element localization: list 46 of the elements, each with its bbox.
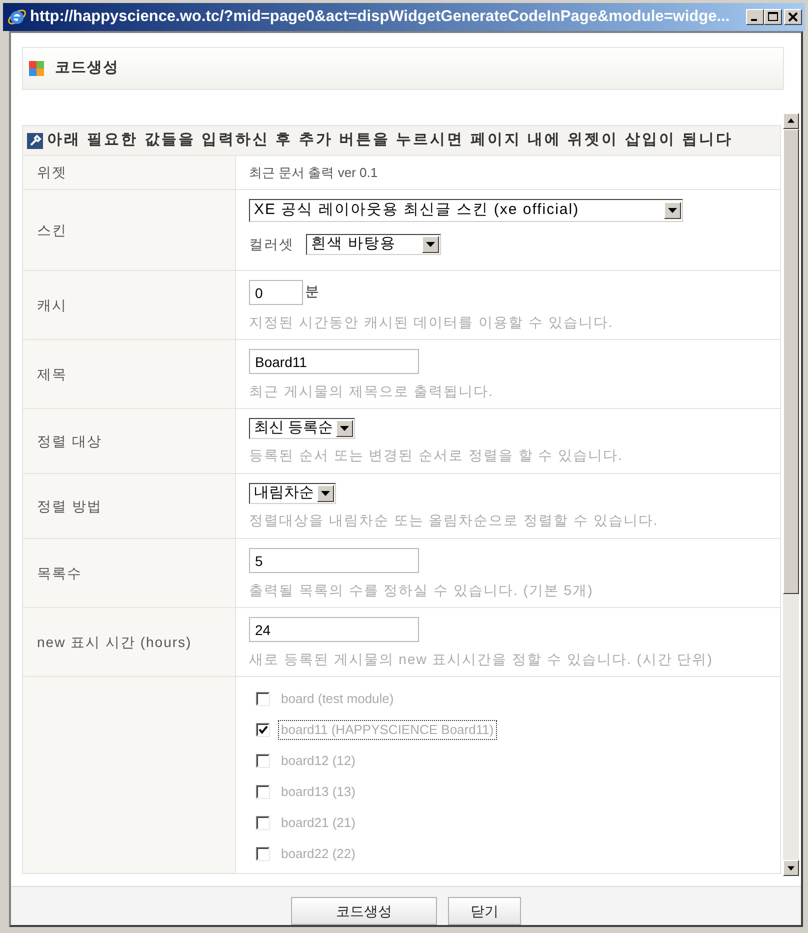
checkbox[interactable] <box>256 722 270 736</box>
unit-label: 분 <box>305 283 319 299</box>
dropdown-select[interactable]: 흰색 바탕용 <box>306 234 441 255</box>
field-label: 캐시 <box>37 296 67 314</box>
field-hint: 최근 게시물의 제목으로 출력됩니다. <box>249 383 494 399</box>
text-input[interactable]: 5 <box>249 548 419 573</box>
minimize-icon[interactable] <box>746 9 764 25</box>
scrollbar[interactable] <box>783 113 799 876</box>
checkbox[interactable] <box>256 846 270 860</box>
scrollbar-thumb[interactable] <box>783 129 799 594</box>
checkbox[interactable] <box>256 754 270 768</box>
checkbox[interactable] <box>256 692 270 706</box>
field-hint: 지정된 시간동안 캐시된 데이터를 이용할 수 있습니다. <box>249 314 614 330</box>
checkbox[interactable] <box>256 784 270 798</box>
field-label: 제목 <box>37 364 67 384</box>
text-input[interactable]: 24 <box>249 617 419 642</box>
field-label: 정렬 대상 <box>37 432 102 450</box>
scroll-up-icon[interactable] <box>783 113 799 129</box>
checkbox[interactable] <box>256 816 270 830</box>
field-label: 정렬 방법 <box>37 496 102 516</box>
tool-icon <box>27 132 43 148</box>
four-squares-icon <box>29 61 44 76</box>
field-label: new 표시 시간 (hours) <box>37 632 192 652</box>
text-input[interactable]: 0 <box>249 280 303 305</box>
widget-name: 최근 문서 출력 ver 0.1 <box>249 164 378 182</box>
dropdown-select[interactable]: 내림차순 <box>249 483 336 504</box>
scroll-down-icon[interactable] <box>783 860 799 876</box>
colorset-label: 컬러셋 <box>249 235 294 254</box>
field-hint: 새로 등록된 게시물의 new 표시시간을 정할 수 있습니다. (시간 단위) <box>249 651 713 667</box>
field-label: 목록수 <box>37 564 82 582</box>
instruction-text: 아래 필요한 값들을 입력하신 후 추가 버튼을 누르시면 페이지 내에 위젯이 삽입이 됩니다 <box>47 130 734 150</box>
page-title: 코드생성 <box>55 58 119 78</box>
dropdown-select[interactable]: XE 공식 레이아웃용 최신글 스킨 (xe official) <box>249 199 683 222</box>
text-input[interactable]: Board11 <box>249 349 419 374</box>
footer-button[interactable]: 코드생성 <box>291 897 437 925</box>
field-label: 위젯 <box>37 163 67 182</box>
field-hint: 출력될 목록의 수를 정하실 수 있습니다. (기본 5개) <box>249 582 594 598</box>
maximize-icon[interactable] <box>764 9 782 25</box>
field-hint: 등록된 순서 또는 변경된 순서로 정렬을 할 수 있습니다. <box>249 447 624 463</box>
footer-button[interactable]: 닫기 <box>448 897 521 925</box>
dropdown-select[interactable]: 최신 등록순 <box>249 418 356 439</box>
window-title: http://happyscience.wo.tc/?mid=page0&act=dispWidgetGenerateCodeInPage&module=widge... <box>30 7 731 28</box>
browser-icon <box>7 7 27 27</box>
close-icon[interactable] <box>784 9 802 25</box>
field-label: 스킨 <box>37 220 67 240</box>
field-hint: 정렬대상을 내림차순 또는 올림차순으로 정렬할 수 있습니다. <box>249 512 658 528</box>
